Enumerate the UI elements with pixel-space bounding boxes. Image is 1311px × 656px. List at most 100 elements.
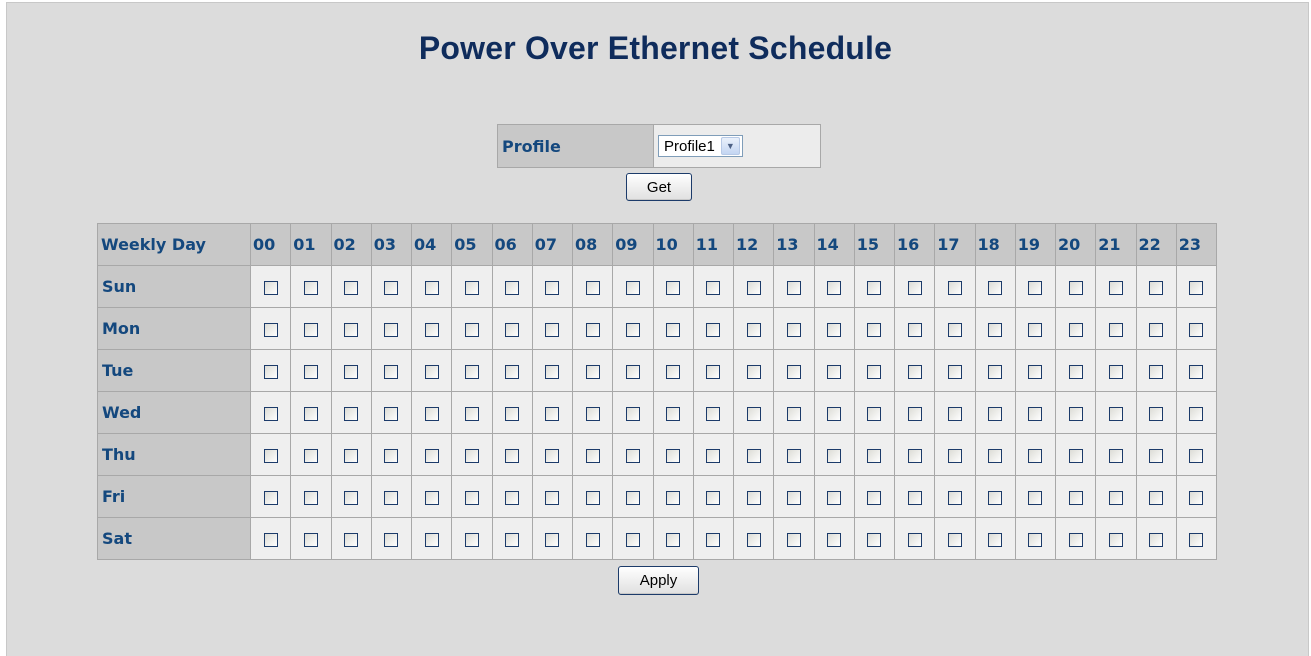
checkbox-sun-20[interactable] [1068, 280, 1083, 295]
checkbox-mon-17[interactable] [947, 322, 962, 337]
checkbox-sun-06[interactable] [505, 280, 520, 295]
checkbox-tue-19[interactable] [1028, 364, 1043, 379]
checkbox-thu-05[interactable] [464, 448, 479, 463]
checkbox-wed-04[interactable] [424, 406, 439, 421]
checkbox-mon-13[interactable] [786, 322, 801, 337]
checkbox-sat-01[interactable] [303, 532, 318, 547]
checkbox-fri-23[interactable] [1189, 490, 1204, 505]
checkbox-tue-06[interactable] [505, 364, 520, 379]
checkbox-sat-16[interactable] [907, 532, 922, 547]
checkbox-wed-15[interactable] [867, 406, 882, 421]
checkbox-wed-12[interactable] [746, 406, 761, 421]
checkbox-mon-22[interactable] [1149, 322, 1164, 337]
checkbox-tue-15[interactable] [867, 364, 882, 379]
checkbox-sun-07[interactable] [545, 280, 560, 295]
checkbox-wed-16[interactable] [907, 406, 922, 421]
checkbox-mon-04[interactable] [424, 322, 439, 337]
checkbox-sun-17[interactable] [947, 280, 962, 295]
checkbox-wed-03[interactable] [384, 406, 399, 421]
checkbox-sat-10[interactable] [666, 532, 681, 547]
checkbox-sun-19[interactable] [1028, 280, 1043, 295]
apply-button[interactable]: Apply [618, 566, 699, 595]
checkbox-thu-19[interactable] [1028, 448, 1043, 463]
checkbox-thu-22[interactable] [1149, 448, 1164, 463]
checkbox-mon-03[interactable] [384, 322, 399, 337]
checkbox-sun-04[interactable] [424, 280, 439, 295]
checkbox-mon-08[interactable] [585, 322, 600, 337]
checkbox-wed-09[interactable] [625, 406, 640, 421]
checkbox-mon-06[interactable] [505, 322, 520, 337]
checkbox-thu-02[interactable] [344, 448, 359, 463]
checkbox-thu-07[interactable] [545, 448, 560, 463]
checkbox-fri-17[interactable] [947, 490, 962, 505]
checkbox-tue-08[interactable] [585, 364, 600, 379]
checkbox-tue-17[interactable] [947, 364, 962, 379]
checkbox-tue-20[interactable] [1068, 364, 1083, 379]
checkbox-tue-03[interactable] [384, 364, 399, 379]
checkbox-thu-15[interactable] [867, 448, 882, 463]
checkbox-thu-12[interactable] [746, 448, 761, 463]
checkbox-tue-01[interactable] [303, 364, 318, 379]
checkbox-wed-14[interactable] [827, 406, 842, 421]
checkbox-wed-13[interactable] [786, 406, 801, 421]
checkbox-sun-23[interactable] [1189, 280, 1204, 295]
checkbox-tue-07[interactable] [545, 364, 560, 379]
checkbox-sat-23[interactable] [1189, 532, 1204, 547]
checkbox-sat-11[interactable] [706, 532, 721, 547]
checkbox-sun-03[interactable] [384, 280, 399, 295]
checkbox-fri-21[interactable] [1108, 490, 1123, 505]
checkbox-thu-21[interactable] [1108, 448, 1123, 463]
checkbox-sat-17[interactable] [947, 532, 962, 547]
checkbox-mon-02[interactable] [344, 322, 359, 337]
checkbox-fri-16[interactable] [907, 490, 922, 505]
checkbox-sun-12[interactable] [746, 280, 761, 295]
checkbox-sun-18[interactable] [988, 280, 1003, 295]
checkbox-fri-10[interactable] [666, 490, 681, 505]
checkbox-sun-22[interactable] [1149, 280, 1164, 295]
checkbox-mon-15[interactable] [867, 322, 882, 337]
checkbox-mon-19[interactable] [1028, 322, 1043, 337]
checkbox-mon-09[interactable] [625, 322, 640, 337]
checkbox-sat-06[interactable] [505, 532, 520, 547]
checkbox-fri-20[interactable] [1068, 490, 1083, 505]
checkbox-sun-13[interactable] [786, 280, 801, 295]
checkbox-tue-21[interactable] [1108, 364, 1123, 379]
checkbox-fri-06[interactable] [505, 490, 520, 505]
checkbox-thu-00[interactable] [263, 448, 278, 463]
checkbox-wed-23[interactable] [1189, 406, 1204, 421]
checkbox-sun-16[interactable] [907, 280, 922, 295]
checkbox-thu-23[interactable] [1189, 448, 1204, 463]
checkbox-wed-00[interactable] [263, 406, 278, 421]
checkbox-tue-09[interactable] [625, 364, 640, 379]
checkbox-thu-13[interactable] [786, 448, 801, 463]
checkbox-sun-10[interactable] [666, 280, 681, 295]
checkbox-fri-22[interactable] [1149, 490, 1164, 505]
checkbox-wed-02[interactable] [344, 406, 359, 421]
checkbox-tue-13[interactable] [786, 364, 801, 379]
checkbox-mon-18[interactable] [988, 322, 1003, 337]
checkbox-tue-23[interactable] [1189, 364, 1204, 379]
checkbox-fri-00[interactable] [263, 490, 278, 505]
checkbox-tue-16[interactable] [907, 364, 922, 379]
checkbox-wed-08[interactable] [585, 406, 600, 421]
checkbox-fri-14[interactable] [827, 490, 842, 505]
checkbox-fri-02[interactable] [344, 490, 359, 505]
checkbox-sun-02[interactable] [344, 280, 359, 295]
checkbox-wed-21[interactable] [1108, 406, 1123, 421]
checkbox-fri-15[interactable] [867, 490, 882, 505]
checkbox-thu-10[interactable] [666, 448, 681, 463]
checkbox-sat-05[interactable] [464, 532, 479, 547]
checkbox-sat-00[interactable] [263, 532, 278, 547]
checkbox-mon-05[interactable] [464, 322, 479, 337]
checkbox-wed-18[interactable] [988, 406, 1003, 421]
checkbox-sat-13[interactable] [786, 532, 801, 547]
checkbox-sun-01[interactable] [303, 280, 318, 295]
checkbox-sun-05[interactable] [464, 280, 479, 295]
checkbox-fri-08[interactable] [585, 490, 600, 505]
checkbox-wed-10[interactable] [666, 406, 681, 421]
checkbox-fri-13[interactable] [786, 490, 801, 505]
checkbox-tue-10[interactable] [666, 364, 681, 379]
checkbox-mon-11[interactable] [706, 322, 721, 337]
checkbox-sat-21[interactable] [1108, 532, 1123, 547]
checkbox-mon-23[interactable] [1189, 322, 1204, 337]
